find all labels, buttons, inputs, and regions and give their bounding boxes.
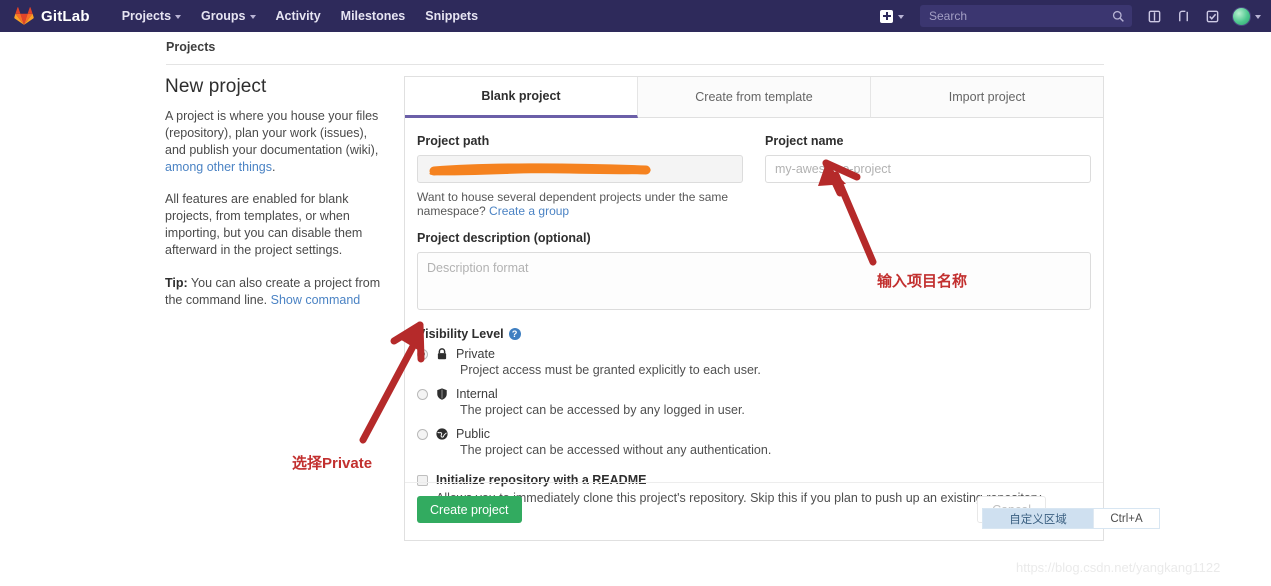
intro-paragraph-1: A project is where you house your files … bbox=[165, 108, 387, 176]
nav-item-projects[interactable]: Projects bbox=[112, 0, 191, 32]
visibility-option-private[interactable]: Private Project access must be granted e… bbox=[417, 347, 1091, 377]
nav-item-label: Groups bbox=[201, 9, 246, 23]
nav-item-activity[interactable]: Activity bbox=[266, 0, 331, 32]
project-description-field-group: Project description (optional) bbox=[417, 231, 1091, 313]
breadcrumb[interactable]: Projects bbox=[166, 40, 215, 54]
brand-label: GitLab bbox=[41, 7, 90, 25]
intro-paragraph-2: All features are enabled for blank proje… bbox=[165, 192, 363, 257]
new-dropdown-button[interactable] bbox=[873, 9, 911, 23]
radio-private[interactable] bbox=[417, 348, 428, 360]
nav-item-label: Snippets bbox=[425, 9, 479, 23]
watermark: https://blog.csdn.net/yangkang1122 bbox=[1016, 560, 1221, 575]
navbar-right bbox=[873, 0, 1271, 32]
among-other-things-link[interactable]: among other things bbox=[165, 160, 272, 174]
tab-create-from-template[interactable]: Create from template bbox=[638, 77, 871, 118]
project-path-input[interactable] bbox=[417, 155, 743, 183]
globe-icon bbox=[436, 428, 448, 440]
top-navbar: GitLab Projects Groups Activity Mileston… bbox=[0, 0, 1271, 32]
gitlab-brand[interactable]: GitLab bbox=[14, 6, 90, 26]
new-project-form: Project path Want to house several depen… bbox=[405, 118, 1103, 505]
project-name-input[interactable] bbox=[765, 155, 1091, 183]
todos-done-icon[interactable] bbox=[1199, 0, 1225, 32]
nav-item-label: Activity bbox=[275, 9, 321, 23]
create-project-button[interactable]: Create project bbox=[417, 496, 522, 523]
visibility-level-label: Visibility Level bbox=[417, 327, 504, 341]
create-a-group-link[interactable]: Create a group bbox=[489, 204, 569, 218]
annotation-project-name-note: 输入项目名称 bbox=[877, 273, 968, 290]
tab-import-project[interactable]: Import project bbox=[871, 77, 1103, 118]
chevron-down-icon bbox=[175, 15, 182, 19]
visibility-option-name: Public bbox=[456, 427, 491, 441]
project-description-label: Project description (optional) bbox=[417, 231, 591, 245]
screenshot-shortcut-label: Ctrl+A bbox=[1093, 509, 1159, 528]
project-path-label: Project path bbox=[417, 134, 490, 148]
radio-public[interactable] bbox=[417, 428, 428, 440]
tab-label: Blank project bbox=[481, 89, 561, 103]
project-name-field-group: Project name bbox=[765, 134, 1091, 218]
search-input[interactable] bbox=[927, 8, 1112, 24]
visibility-option-description: Project access must be granted explicitl… bbox=[460, 363, 761, 377]
radio-internal[interactable] bbox=[417, 388, 428, 400]
new-project-intro: New project A project is where you house… bbox=[165, 76, 387, 325]
show-command-link[interactable]: Show command bbox=[271, 293, 361, 307]
tab-label: Create from template bbox=[695, 90, 813, 104]
search-box[interactable] bbox=[920, 5, 1132, 27]
intro-paragraph-3: Tip: You can also create a project from … bbox=[165, 275, 387, 309]
plus-square-icon bbox=[880, 9, 893, 23]
chevron-down-icon bbox=[898, 15, 904, 19]
intro-text: A project is where you house your files … bbox=[165, 109, 379, 157]
lock-icon bbox=[437, 348, 447, 360]
namespace-hint: Want to house several dependent projects… bbox=[417, 190, 743, 218]
nav-item-snippets[interactable]: Snippets bbox=[415, 0, 488, 32]
nav-item-milestones[interactable]: Milestones bbox=[331, 0, 416, 32]
visibility-option-internal[interactable]: Internal The project can be accessed by … bbox=[417, 387, 1091, 417]
nav-item-label: Milestones bbox=[340, 9, 406, 23]
annotation-private-note: 选择Private bbox=[292, 455, 373, 472]
user-menu-button[interactable] bbox=[1228, 6, 1261, 26]
shield-icon bbox=[437, 388, 447, 400]
nav-item-label: Projects bbox=[121, 9, 172, 23]
gitlab-tanuki-icon bbox=[14, 7, 34, 25]
chevron-down-icon bbox=[1255, 15, 1261, 19]
question-circle-icon[interactable]: ? bbox=[508, 328, 521, 340]
tab-label: Import project bbox=[948, 90, 1026, 104]
issues-icon[interactable] bbox=[1141, 0, 1167, 32]
chevron-down-icon bbox=[249, 15, 256, 19]
screenshot-tool-bar: 自定义区域 Ctrl+A bbox=[982, 508, 1160, 529]
avatar bbox=[1232, 6, 1251, 26]
new-project-card: Blank project Create from template Impor… bbox=[404, 76, 1104, 541]
project-description-textarea[interactable] bbox=[417, 252, 1091, 310]
search-icon bbox=[1112, 10, 1124, 22]
content-divider bbox=[166, 64, 1104, 65]
intro-text-end: . bbox=[272, 160, 276, 174]
project-path-field-group: Project path Want to house several depen… bbox=[417, 134, 743, 218]
visibility-option-description: The project can be accessed without any … bbox=[460, 443, 772, 457]
visibility-level-header: Visibility Level ? bbox=[417, 327, 1091, 341]
tip-label: Tip: bbox=[165, 276, 188, 290]
project-type-tabs: Blank project Create from template Impor… bbox=[405, 77, 1103, 118]
namespace-hint-text: Want to house several dependent projects… bbox=[417, 190, 729, 218]
project-name-label: Project name bbox=[765, 134, 844, 148]
merge-request-icon[interactable] bbox=[1170, 0, 1196, 32]
tab-blank-project[interactable]: Blank project bbox=[405, 77, 638, 118]
visibility-option-name: Private bbox=[456, 347, 495, 361]
visibility-option-name: Internal bbox=[456, 387, 498, 401]
breadcrumb-bar: Projects bbox=[0, 32, 1271, 65]
primary-nav: Projects Groups Activity Milestones Snip… bbox=[112, 0, 488, 32]
visibility-option-public[interactable]: Public The project can be accessed witho… bbox=[417, 427, 1091, 457]
visibility-option-description: The project can be accessed by any logge… bbox=[460, 403, 745, 417]
screenshot-region-button[interactable]: 自定义区域 bbox=[983, 509, 1093, 528]
path-and-name-row: Project path Want to house several depen… bbox=[417, 134, 1091, 218]
nav-item-groups[interactable]: Groups bbox=[191, 0, 265, 32]
page-title: New project bbox=[165, 76, 267, 97]
